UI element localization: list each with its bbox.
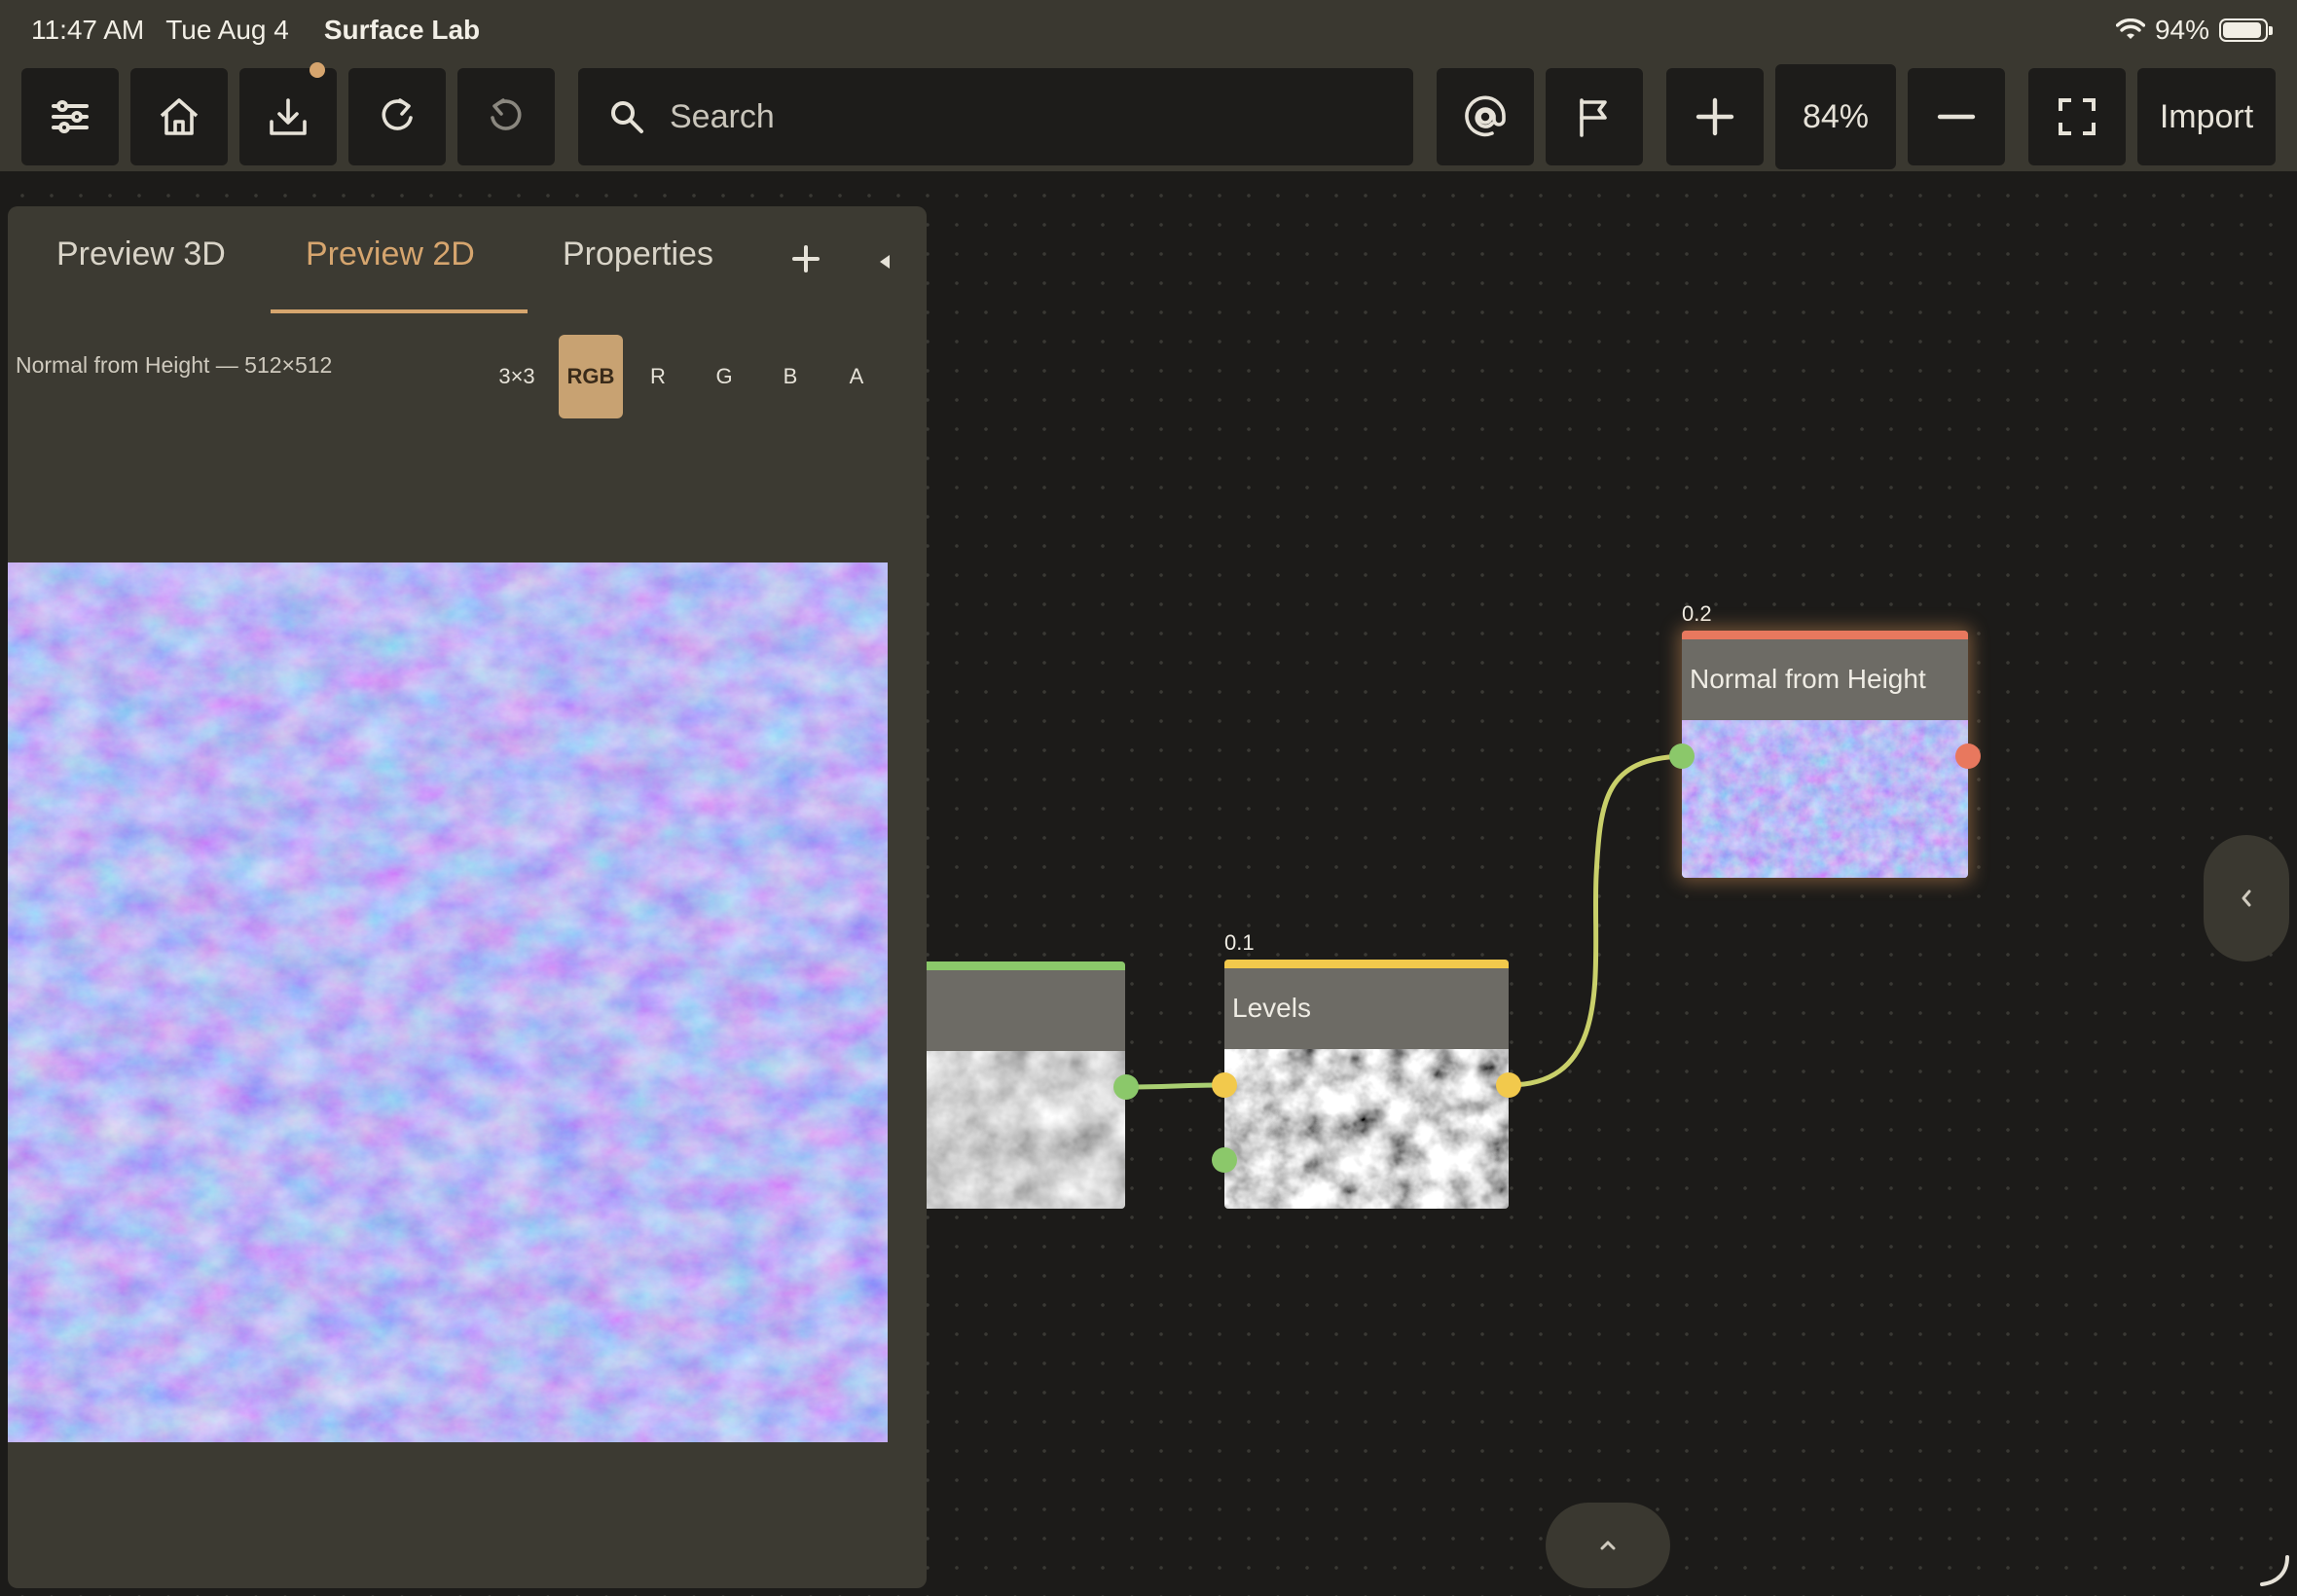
preview-2d-image[interactable]	[8, 562, 888, 1442]
download-icon	[270, 98, 307, 135]
home-button[interactable]	[130, 68, 228, 165]
at-link-icon	[1465, 95, 1506, 137]
tab-preview-3d[interactable]: Preview 3D	[56, 236, 226, 273]
frame-icon	[2059, 98, 2096, 135]
zoom-level[interactable]: 84%	[1775, 64, 1896, 169]
channel-r-button[interactable]: R	[631, 335, 685, 418]
status-time: 11:47 AM	[31, 15, 145, 45]
status-date: Tue Aug 4	[165, 15, 289, 45]
fit-view-button[interactable]	[2028, 68, 2126, 165]
app-name: Surface Lab	[323, 15, 481, 45]
sliders-icon	[52, 100, 89, 133]
flag-button[interactable]	[1546, 68, 1643, 165]
levels-mask-input-port[interactable]	[1212, 1147, 1237, 1173]
add-tab-icon[interactable]	[786, 239, 825, 278]
import-button[interactable]: Import	[2137, 68, 2276, 165]
source-thumbnail	[919, 1051, 1125, 1209]
wifi-icon	[2115, 18, 2145, 39]
status-bar: 11:47 AM Tue Aug 4 Surface Lab 94%	[0, 0, 2297, 60]
levels-thumbnail	[1224, 1049, 1509, 1209]
redo-button[interactable]	[348, 68, 446, 165]
collapse-panel-icon[interactable]	[880, 255, 890, 269]
levels-title: Levels	[1232, 993, 1311, 1023]
tab-preview-2d[interactable]: Preview 2D	[306, 236, 475, 273]
download-badge	[310, 62, 325, 78]
normal-input-port[interactable]	[1669, 744, 1695, 769]
undo-icon	[491, 98, 522, 130]
chevron-up-icon	[1600, 1541, 1616, 1550]
tile-mode-button[interactable]: 3×3	[483, 335, 551, 418]
normal-title: Normal from Height	[1690, 664, 1926, 694]
levels-input-port[interactable]	[1212, 1072, 1237, 1098]
bottom-drawer-handle[interactable]	[1546, 1503, 1670, 1588]
link-button[interactable]	[1437, 68, 1534, 165]
preview-panel: Preview 3D Preview 2D Properties Normal …	[8, 206, 927, 1588]
search-icon	[611, 101, 643, 133]
tab-properties[interactable]: Properties	[563, 236, 713, 273]
preview-info: Normal from Height — 512×512	[16, 352, 333, 378]
source-output-port[interactable]	[1113, 1074, 1139, 1100]
search-input[interactable]	[668, 96, 1349, 137]
plus-icon	[1695, 97, 1734, 136]
minus-icon	[1937, 114, 1976, 120]
flag-icon	[1580, 98, 1607, 137]
channel-b-button[interactable]: B	[763, 335, 818, 418]
levels-output-port[interactable]	[1496, 1072, 1521, 1098]
battery-percent: 94%	[2154, 15, 2209, 45]
toolbar: 84% Import	[0, 60, 2297, 171]
download-button[interactable]	[239, 62, 337, 165]
settings-sliders-button[interactable]	[21, 68, 119, 165]
channel-g-button[interactable]: G	[697, 335, 751, 418]
normal-output-port[interactable]	[1955, 744, 1981, 769]
redo-icon	[382, 98, 413, 130]
panel-tabs: Preview 3D Preview 2D Properties	[8, 206, 927, 315]
status-indicators: 94%	[2115, 0, 2273, 60]
chevron-left-icon	[2242, 889, 2251, 907]
active-tab-indicator	[271, 309, 528, 313]
right-drawer-handle[interactable]	[2204, 835, 2289, 961]
channel-a-button[interactable]: A	[829, 335, 884, 418]
resize-corner-icon[interactable]	[2256, 1553, 2291, 1588]
battery-icon	[2219, 18, 2273, 42]
undo-button[interactable]	[457, 68, 555, 165]
normal-thumbnail	[1682, 720, 1968, 878]
zoom-in-button[interactable]	[1666, 68, 1764, 165]
zoom-out-button[interactable]	[1908, 68, 2005, 165]
channel-rgb-button[interactable]: RGB	[559, 335, 623, 418]
home-icon	[160, 98, 199, 135]
search-box[interactable]	[578, 68, 1413, 165]
normal-map-texture	[8, 562, 888, 1442]
